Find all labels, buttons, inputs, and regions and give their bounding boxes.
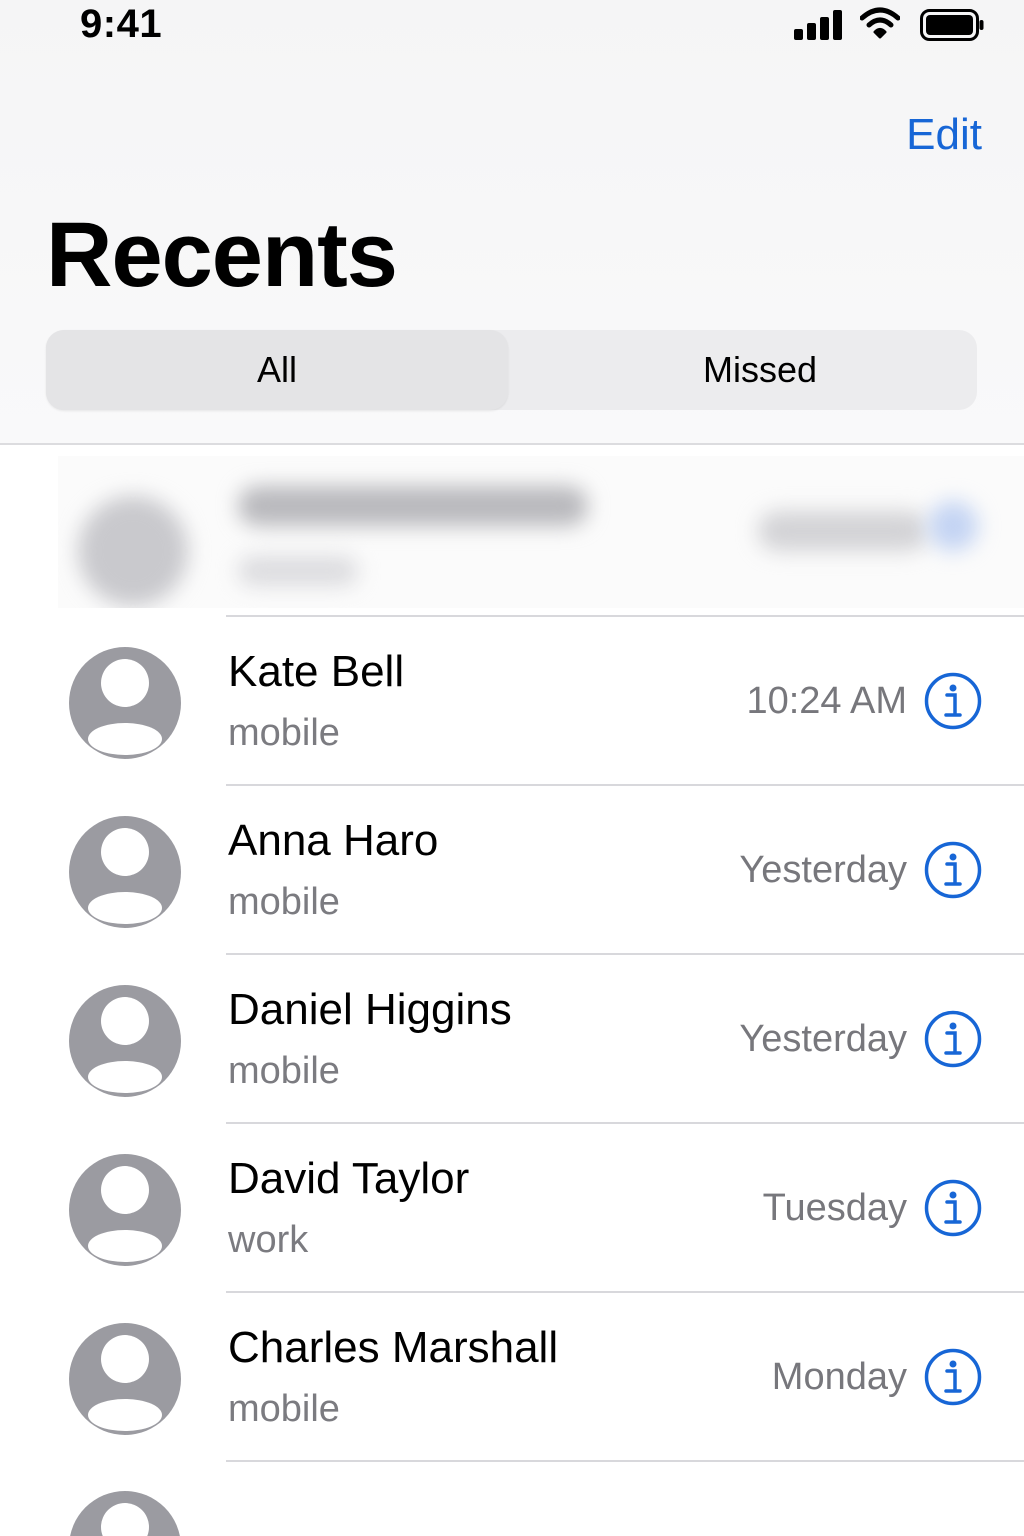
avatar [69, 985, 181, 1097]
cellular-signal-icon [794, 10, 844, 40]
avatar [69, 647, 181, 759]
contact-name: David Taylor [228, 1154, 470, 1203]
list-item[interactable]: Charles Marshall mobile Monday [0, 1291, 1024, 1460]
row-divider [226, 953, 1024, 955]
battery-icon [920, 9, 984, 41]
info-icon[interactable] [924, 1348, 982, 1406]
row-divider [226, 1460, 1024, 1462]
call-time: Yesterday [739, 849, 907, 891]
contact-name: Charles Marshall [228, 1323, 559, 1372]
row-divider [226, 615, 1024, 617]
phone-type-label: mobile [228, 881, 340, 923]
phone-type-label: work [228, 1219, 309, 1261]
phone-type-label: mobile [228, 1050, 340, 1092]
info-icon[interactable] [924, 672, 982, 730]
wifi-icon [860, 7, 900, 39]
segment-all[interactable]: All [46, 330, 508, 410]
call-time: Tuesday [762, 1187, 907, 1229]
phone-type-label: mobile [228, 712, 340, 754]
row-divider [226, 1122, 1024, 1124]
segmented-control: All Missed [46, 330, 977, 410]
edit-button[interactable]: Edit [906, 108, 982, 162]
page-title: Recents [46, 204, 398, 306]
list-item[interactable]: Anna Haro mobile Yesterday [0, 784, 1024, 953]
segment-missed[interactable]: Missed [543, 330, 977, 410]
row-divider [226, 1291, 1024, 1293]
list-item[interactable]: Kate Bell mobile 10:24 AM [0, 615, 1024, 784]
contact-name: Anna Haro [228, 816, 439, 865]
call-time: Yesterday [739, 1018, 907, 1060]
list-item[interactable]: David Taylor work Tuesday [0, 1122, 1024, 1291]
call-time: 10:24 AM [746, 680, 907, 722]
row-divider [226, 784, 1024, 786]
phone-type-label: mobile [228, 1388, 340, 1430]
header-area: 9:41 Edit Recents All Missed [0, 0, 1024, 445]
list-item[interactable] [0, 1460, 1024, 1536]
status-bar: 9:41 [0, 0, 1024, 52]
info-icon[interactable] [924, 841, 982, 899]
status-time: 9:41 [80, 2, 163, 46]
avatar [69, 1154, 181, 1266]
blurred-list-item [58, 456, 1024, 608]
call-time: Monday [771, 1356, 907, 1398]
avatar [69, 1323, 181, 1435]
avatar [69, 816, 181, 928]
contact-name: Daniel Higgins [228, 985, 512, 1034]
info-icon[interactable] [924, 1010, 982, 1068]
list-item[interactable]: Daniel Higgins mobile Yesterday [0, 953, 1024, 1122]
avatar [70, 1491, 180, 1536]
contact-name: Kate Bell [228, 647, 405, 696]
info-icon[interactable] [924, 1179, 982, 1237]
